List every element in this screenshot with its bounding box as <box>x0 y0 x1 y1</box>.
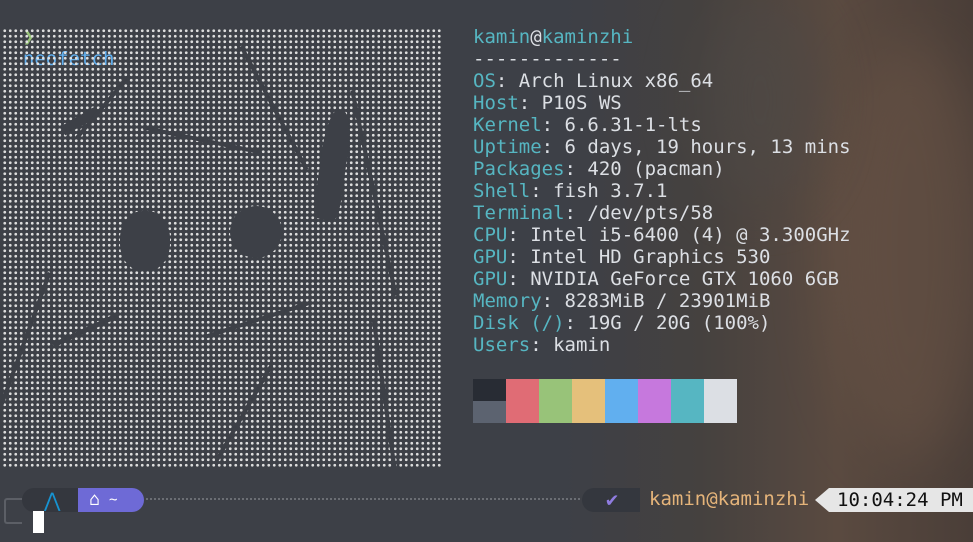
color-swatch <box>605 401 638 423</box>
prompt-time: 10:04:24 PM <box>837 489 963 511</box>
info-row: Uptime: 6 days, 19 hours, 13 mins <box>473 136 851 158</box>
info-host: kaminzhi <box>541 26 634 48</box>
color-swatch <box>473 379 506 401</box>
info-user: kamin <box>473 26 531 48</box>
color-swatch <box>572 379 605 401</box>
info-row: OS: Arch Linux x86_64 <box>473 70 714 92</box>
info-row: Memory: 8283MiB / 23901MiB <box>473 290 771 312</box>
color-swatch <box>605 379 638 401</box>
arch-logo-icon: ⋀ <box>44 488 61 512</box>
system-info: kamin@kaminzhi ------------- OS: Arch Li… <box>473 26 851 356</box>
info-at: @ <box>530 26 542 48</box>
color-swatch <box>506 401 539 423</box>
user-host-line: kamin@kaminzhi <box>473 26 851 48</box>
color-swatch <box>539 401 572 423</box>
info-row: Terminal: /dev/pts/58 <box>473 202 714 224</box>
info-row: Disk (/): 19G / 20G (100%) <box>473 312 771 334</box>
color-swatch <box>704 401 737 423</box>
color-swatch <box>671 401 704 423</box>
info-row: Host: P10S WS <box>473 92 622 114</box>
color-swatch <box>638 401 671 423</box>
terminal-icon <box>4 498 22 524</box>
prompt-bar: ⋀ ⌂ ~ ✔ kamin@kaminzhi 10:04:24 PM <box>0 486 973 512</box>
prompt-filler <box>146 498 580 500</box>
info-row: GPU: Intel HD Graphics 530 <box>473 246 771 268</box>
color-swatch <box>473 401 506 423</box>
ascii-art-logo <box>0 28 442 468</box>
info-row: Kernel: 6.6.31-1-lts <box>473 114 702 136</box>
prompt-clock: 10:04:24 PM <box>815 488 973 512</box>
check-icon: ✔ <box>606 487 619 511</box>
text-cursor[interactable] <box>33 511 44 533</box>
color-palette <box>473 379 737 423</box>
separator: ------------- <box>473 48 622 70</box>
info-row: GPU: NVIDIA GeForce GTX 1060 6GB <box>473 268 840 290</box>
home-icon: ⌂ <box>89 489 100 510</box>
color-swatch <box>506 379 539 401</box>
color-swatch <box>539 379 572 401</box>
background-blur <box>830 40 973 460</box>
prompt-user-host: kamin@kaminzhi <box>649 488 810 510</box>
info-row: Users: kamin <box>473 334 611 356</box>
color-swatch <box>704 379 737 401</box>
prompt-dir-label: ~ <box>109 492 118 508</box>
info-row: Shell: fish 3.7.1 <box>473 180 668 202</box>
color-swatch <box>572 401 605 423</box>
color-swatch <box>671 379 704 401</box>
info-row: CPU: Intel i5-6400 (4) @ 3.300GHz <box>473 224 851 246</box>
color-swatch <box>638 379 671 401</box>
info-row: Packages: 420 (pacman) <box>473 158 725 180</box>
